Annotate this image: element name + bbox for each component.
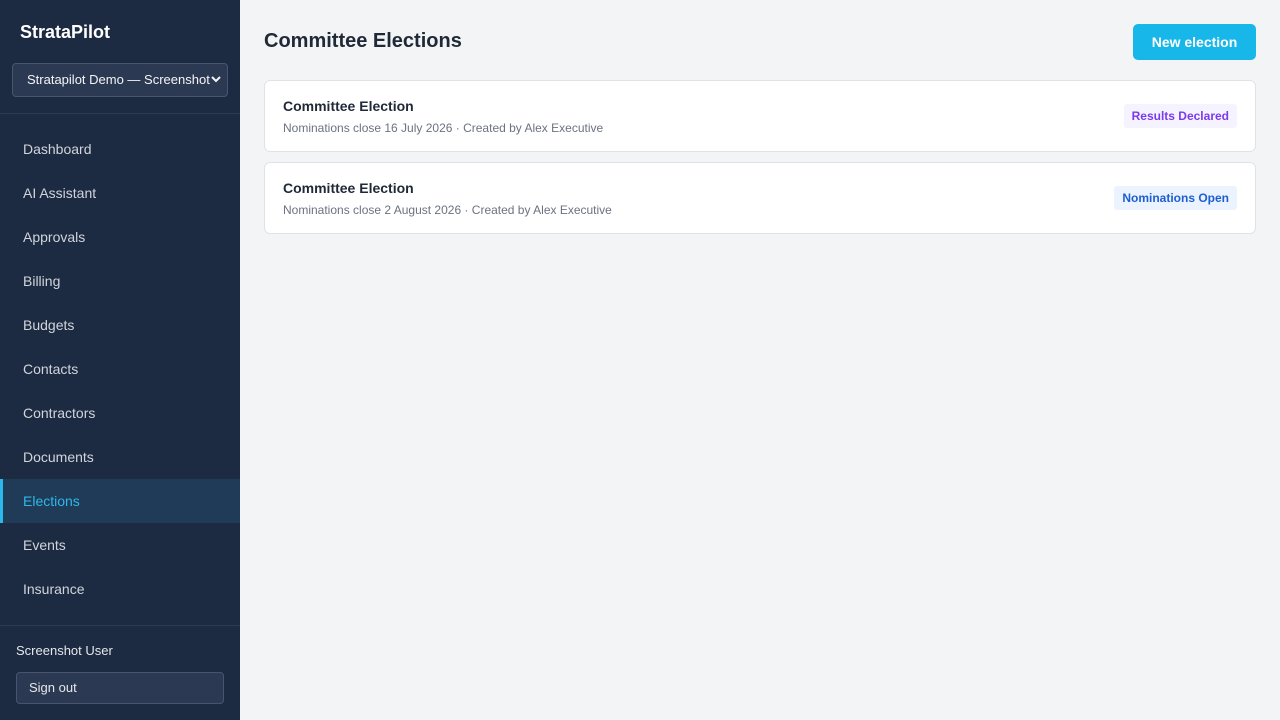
sidebar: StrataPilot Stratapilot Demo — Screensho… bbox=[0, 0, 240, 720]
sidebar-item-contractors[interactable]: Contractors bbox=[0, 391, 240, 435]
sidebar-item-events[interactable]: Events bbox=[0, 523, 240, 567]
sidebar-item-elections[interactable]: Elections bbox=[0, 479, 240, 523]
election-title: Committee Election bbox=[283, 98, 414, 114]
new-election-button[interactable]: New election bbox=[1133, 24, 1256, 60]
current-user-name: Screenshot User bbox=[16, 643, 113, 658]
election-meta: Nominations close 16 July 2026 · Created… bbox=[283, 121, 604, 135]
sidebar-item-budgets[interactable]: Budgets bbox=[0, 303, 240, 347]
sidebar-item-contacts[interactable]: Contacts bbox=[0, 347, 240, 391]
status-badge: Nominations Open bbox=[1114, 186, 1237, 210]
page-title: Committee Elections bbox=[264, 30, 462, 52]
organization-select[interactable]: Stratapilot Demo — Screenshot bbox=[12, 63, 228, 97]
election-list: Committee Election Nominations close 16 J… bbox=[264, 80, 1256, 244]
sidebar-item-billing[interactable]: Billing bbox=[0, 259, 240, 303]
chevron-down-icon bbox=[211, 76, 221, 83]
organization-select-value: Stratapilot Demo — Screenshot bbox=[27, 72, 210, 87]
sidebar-item-dashboard[interactable]: Dashboard bbox=[0, 127, 240, 171]
status-badge: Results Declared bbox=[1123, 104, 1237, 128]
sidebar-item-insurance[interactable]: Insurance bbox=[0, 567, 240, 611]
sidebar-item-ai-assistant[interactable]: AI Assistant bbox=[0, 171, 240, 215]
sidebar-divider bbox=[0, 113, 240, 114]
election-card[interactable]: Committee Election Nominations close 2 Au… bbox=[264, 162, 1256, 234]
sidebar-item-approvals[interactable]: Approvals bbox=[0, 215, 240, 259]
election-card[interactable]: Committee Election Nominations close 16 J… bbox=[264, 80, 1256, 152]
sign-out-button[interactable]: Sign out bbox=[16, 672, 224, 704]
election-title: Committee Election bbox=[283, 180, 414, 196]
sidebar-nav: Dashboard AI Assistant Approvals Billing Bud… bbox=[0, 127, 240, 611]
election-meta: Nominations close 2 August 2026 · Create… bbox=[283, 203, 612, 217]
sidebar-divider bbox=[0, 625, 240, 626]
brand-logo-text: StrataPilot bbox=[20, 22, 111, 42]
main-content: Committee Elections New election Committ… bbox=[240, 0, 1280, 720]
sidebar-item-documents[interactable]: Documents bbox=[0, 435, 240, 479]
